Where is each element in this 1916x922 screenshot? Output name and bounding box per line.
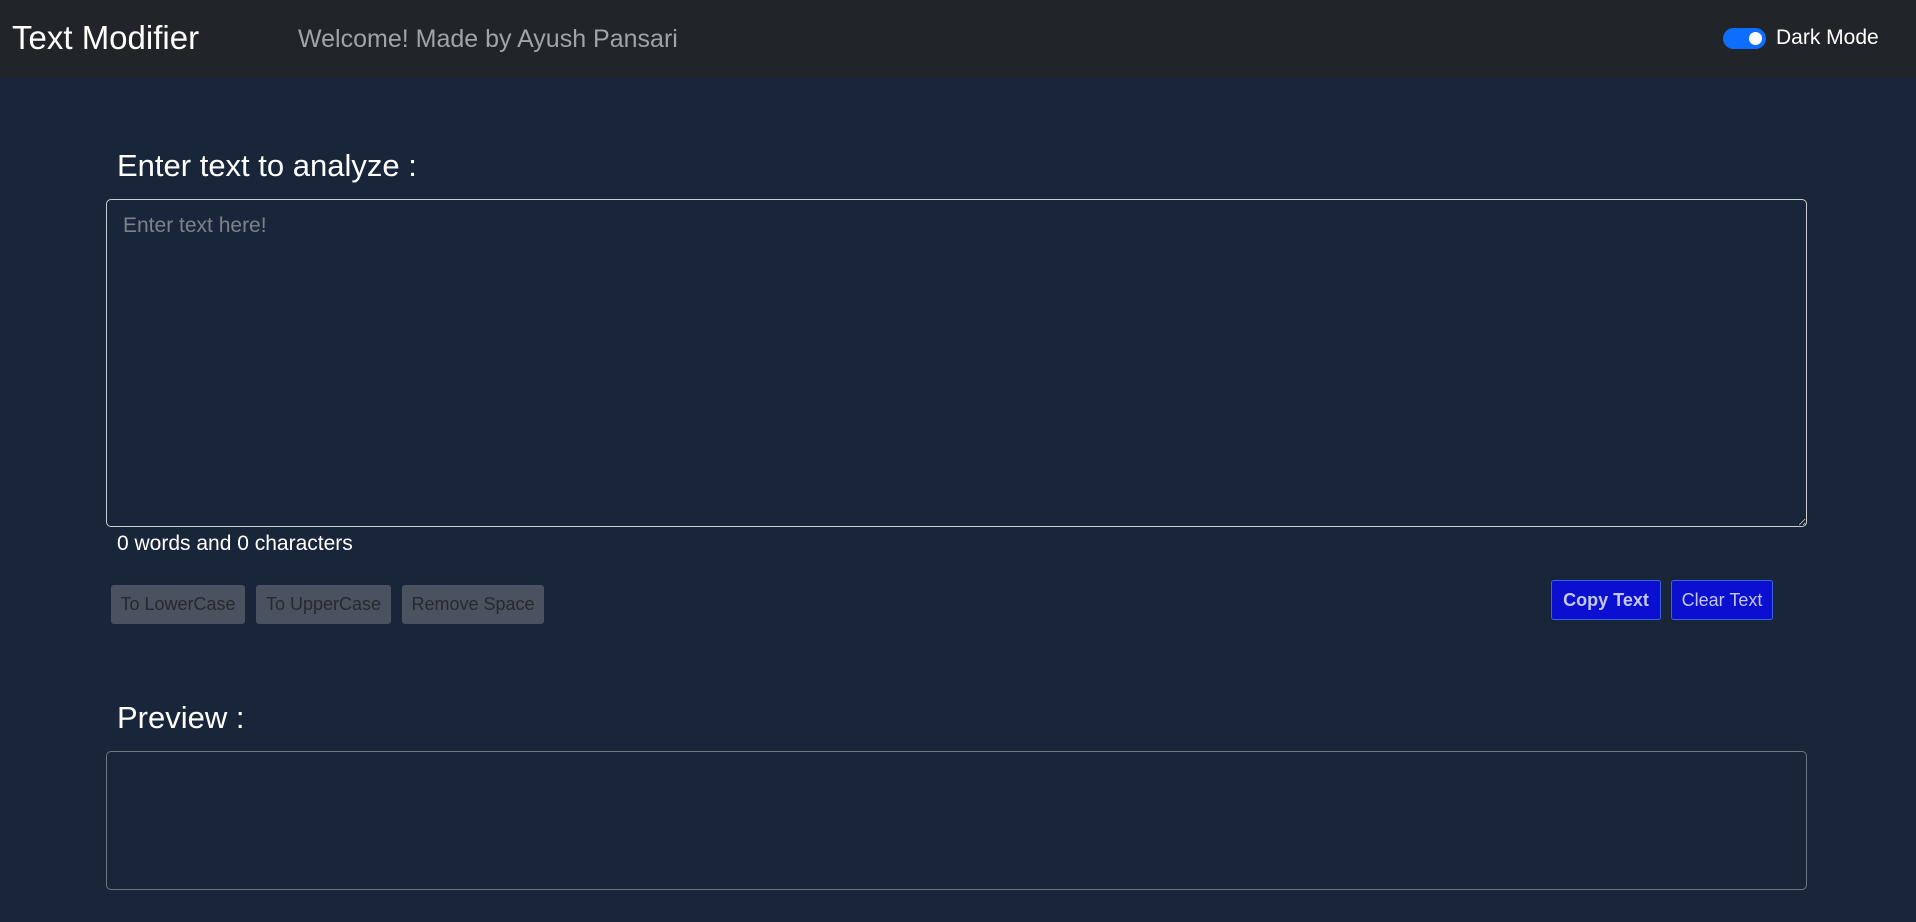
to-uppercase-button[interactable]: To UpperCase	[256, 585, 391, 624]
brand-title[interactable]: Text Modifier	[12, 18, 199, 58]
remove-space-button[interactable]: Remove Space	[402, 585, 544, 624]
copy-text-button[interactable]: Copy Text	[1551, 580, 1661, 620]
text-input[interactable]	[106, 199, 1807, 527]
preview-heading: Preview :	[117, 700, 245, 735]
navbar: Text Modifier Welcome! Made by Ayush Pan…	[0, 0, 1916, 78]
dark-mode-toggle[interactable]: Dark Mode	[1723, 24, 1879, 52]
switch-knob	[1749, 31, 1762, 45]
preview-content	[107, 752, 1806, 780]
to-lowercase-button[interactable]: To LowerCase	[111, 585, 245, 624]
analyze-heading: Enter text to analyze :	[117, 148, 417, 183]
dark-mode-switch[interactable]	[1723, 27, 1766, 49]
preview-box	[106, 751, 1807, 890]
word-character-count: 0 words and 0 characters	[117, 532, 353, 555]
clear-text-button[interactable]: Clear Text	[1671, 580, 1773, 620]
dark-mode-label[interactable]: Dark Mode	[1776, 24, 1879, 52]
welcome-text: Welcome! Made by Ayush Pansari	[298, 25, 678, 53]
